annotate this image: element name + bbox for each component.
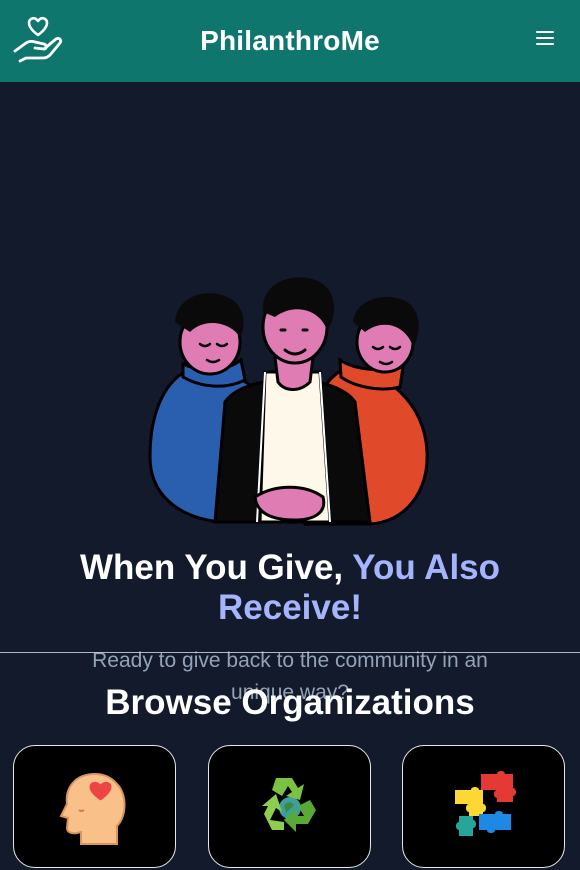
organization-card-community[interactable] <box>402 745 565 868</box>
brand-title[interactable]: PhilanthroMe <box>200 25 380 57</box>
hamburger-menu-icon[interactable] <box>536 31 554 47</box>
section-divider <box>0 652 580 653</box>
organization-card-mental-health[interactable] <box>13 745 176 868</box>
top-navbar: PhilanthroMe <box>0 0 580 82</box>
hero-headline: When You Give, You Also Receive! <box>79 548 501 627</box>
puzzle-pieces-icon <box>454 771 516 836</box>
recycle-globe-icon <box>261 778 316 832</box>
mental-health-head-heart-icon <box>59 772 125 845</box>
hero-section: When You Give, You Also Receive! Ready t… <box>0 82 580 704</box>
organization-card-environment[interactable] <box>208 745 371 868</box>
browse-organizations-title: Browse Organizations <box>105 683 475 722</box>
hand-heart-icon[interactable] <box>12 13 66 63</box>
organization-cards <box>13 745 567 868</box>
friends-hug-illustration <box>148 277 429 526</box>
